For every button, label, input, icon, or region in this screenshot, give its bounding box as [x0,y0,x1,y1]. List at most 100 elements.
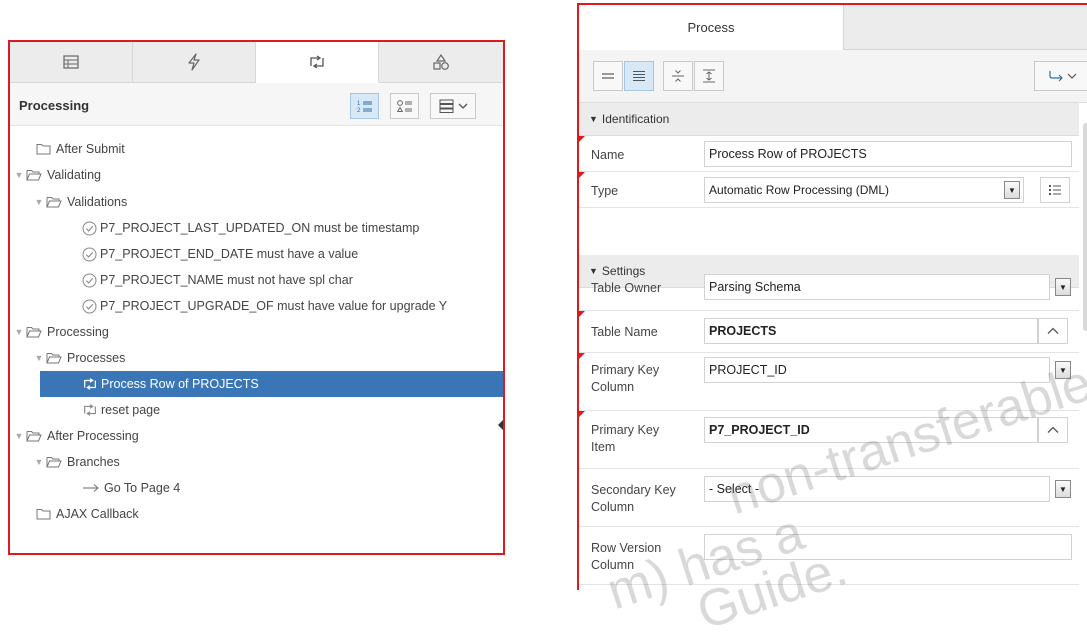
primary-key-column-dropdown-button[interactable]: ▼ [1055,361,1071,379]
table-owner-dropdown-button[interactable]: ▼ [1055,278,1071,296]
list-view-icon [439,99,453,113]
name-input[interactable]: Process Row of PROJECTS [704,141,1072,167]
primary-key-item-picker-button[interactable] [1038,417,1068,443]
tree-node-validations[interactable]: ▼ Validations [32,189,128,215]
property-editor-panel: Process ▼ Identification Name Process Ro… [577,3,1087,590]
svg-text:2: 2 [357,108,361,113]
tree-node-validation[interactable]: P7_PROJECT_LAST_UPDATED_ON must be times… [82,215,419,241]
secondary-key-column-select[interactable]: - Select - [704,476,1050,502]
property-row-primary-key-item: Primary Key Item P7_PROJECT_ID [579,411,1079,469]
left-tab-bar [10,42,503,83]
property-row-row-version-column: Row Version Column [579,527,1079,585]
expand-triangle-icon[interactable]: ▼ [32,353,46,363]
tree-node-after-processing[interactable]: ▼ After Processing [12,423,139,449]
tab-dynamic-actions[interactable] [133,42,256,82]
row-version-column-input[interactable] [704,534,1072,560]
property-row-primary-key-column: Primary Key Column PROJECT_ID ▼ [579,353,1079,411]
tab-shared-components[interactable] [379,42,502,82]
tree-node-processing[interactable]: ▼ Processing [12,319,109,345]
svg-text:1: 1 [357,101,361,107]
tab-processing[interactable] [256,42,379,83]
tree-node-branches[interactable]: ▼ Branches [32,449,120,475]
collapse-triangle-icon: ▼ [589,114,598,124]
folder-open-icon [46,353,62,364]
tree-node-validation[interactable]: P7_PROJECT_END_DATE must have a value [82,241,358,267]
folder-open-icon [46,457,62,468]
expand-triangle-icon[interactable]: ▼ [12,170,26,180]
shape-list-icon [396,100,412,112]
tree-node-validation[interactable]: P7_PROJECT_UPGRADE_OF must have value fo… [82,293,447,319]
collapse-all-button[interactable] [663,61,693,91]
required-marker [579,136,585,142]
scrollbar[interactable] [1083,123,1087,331]
go-to-group-button[interactable] [1034,61,1087,91]
tree-node-validating[interactable]: ▼ Validating [12,162,101,188]
property-row-name: Name Process Row of PROJECTS [579,136,1079,172]
panel-splitter-handle[interactable] [498,420,503,430]
validation-check-icon [82,247,97,261]
goto-arrow-icon [1048,71,1063,82]
folder-open-icon [46,197,62,208]
collapse-icon [672,70,684,82]
lightning-icon [188,53,200,71]
panel-header: Processing 12 [10,83,503,126]
expand-icon [703,69,715,83]
type-select[interactable]: Automatic Row Processing (DML) [704,177,1024,203]
list-icon [1049,185,1061,195]
tree-node-after-submit[interactable]: After Submit [22,136,125,162]
lines-two-icon [602,73,614,79]
arrow-right-icon [83,484,99,492]
expand-all-button[interactable] [694,61,724,91]
panel-title: Processing [19,98,90,113]
rendering-tree-panel: Processing 12 After Submit ▼ Validating … [8,40,505,555]
folder-open-icon [26,431,42,442]
type-dropdown-button[interactable]: ▼ [1004,181,1020,199]
validation-check-icon [82,299,97,313]
expand-triangle-icon[interactable]: ▼ [12,431,26,441]
table-owner-select[interactable]: Parsing Schema [704,274,1050,300]
process-icon [84,404,96,416]
validation-check-icon [82,221,97,235]
required-marker [579,172,585,178]
required-marker [579,353,585,359]
grid-icon [63,55,79,69]
tree-node-ajax-callback[interactable]: AJAX Callback [22,501,139,527]
numbered-list-icon: 12 [357,101,372,113]
primary-key-column-select[interactable]: PROJECT_ID [704,357,1050,383]
shapes-icon [432,54,449,70]
order-type-button[interactable] [390,93,419,119]
validation-check-icon [82,273,97,287]
folder-icon [36,144,51,155]
tree-node-reset-page[interactable]: reset page [82,397,160,423]
chevron-down-icon [458,103,467,109]
expand-triangle-icon[interactable]: ▼ [32,197,46,207]
tree-node-process-row-of-projects[interactable]: Process Row of PROJECTS [40,371,503,397]
table-name-picker-button[interactable] [1038,318,1068,344]
tree-node-go-to-page-4[interactable]: Go To Page 4 [82,475,180,501]
tree-node-processes[interactable]: ▼ Processes [32,345,126,371]
process-icon [84,378,96,390]
list-picker-button[interactable] [1040,177,1070,203]
secondary-key-column-dropdown-button[interactable]: ▼ [1055,480,1071,498]
tab-rendering[interactable] [10,42,133,82]
lines-many-icon [633,71,645,81]
primary-key-item-input[interactable]: P7_PROJECT_ID [704,417,1038,443]
property-row-type: Type Automatic Row Processing (DML) ▼ [579,172,1079,208]
expand-triangle-icon[interactable]: ▼ [32,457,46,467]
show-all-button[interactable] [624,61,654,91]
table-name-input[interactable]: PROJECTS [704,318,1038,344]
expand-triangle-icon[interactable]: ▼ [12,327,26,337]
property-row-secondary-key-column: Secondary Key Column - Select - ▼ [579,469,1079,527]
process-icon [310,55,324,69]
order-execution-button[interactable]: 12 [350,93,379,119]
view-menu-button[interactable] [430,93,476,119]
tab-process[interactable]: Process [579,5,844,50]
property-row-table-name: Table Name PROJECTS [579,311,1079,353]
section-identification[interactable]: ▼ Identification [579,103,1079,136]
tree-node-validation[interactable]: P7_PROJECT_NAME must not have spl char [82,267,353,293]
chevron-up-icon [1047,327,1059,334]
chevron-up-icon [1047,426,1059,433]
required-marker [579,411,585,417]
show-common-button[interactable] [593,61,623,91]
folder-icon [36,509,51,520]
